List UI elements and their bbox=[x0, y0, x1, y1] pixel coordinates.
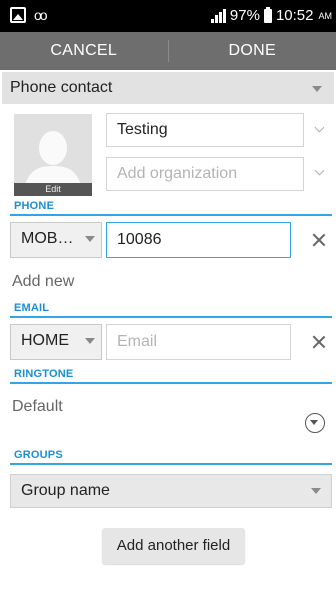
battery-percent: 97% bbox=[229, 7, 260, 24]
ringtone-section-header: RINGTONE bbox=[14, 368, 74, 380]
group-select-label: Group name bbox=[21, 482, 110, 499]
groups-section-header: GROUPS bbox=[14, 449, 63, 461]
status-bar: oo 97% 10:52 AM bbox=[0, 0, 336, 32]
dropdown-caret-icon bbox=[85, 338, 95, 344]
cancel-button[interactable]: CANCEL bbox=[0, 42, 168, 60]
image-icon bbox=[10, 7, 26, 23]
expand-organization-chevron-icon[interactable] bbox=[314, 165, 325, 176]
account-selector[interactable]: Phone contact bbox=[2, 72, 334, 104]
status-right: 97% 10:52 AM bbox=[210, 6, 333, 24]
dropdown-caret-icon bbox=[85, 236, 95, 242]
dropdown-caret-icon bbox=[311, 488, 321, 494]
phone-number-value: 10086 bbox=[117, 231, 162, 248]
phone-section-header: PHONE bbox=[14, 200, 55, 212]
signal-icon bbox=[210, 8, 226, 23]
phone-section-divider bbox=[10, 214, 332, 216]
add-new-phone-link[interactable]: Add new bbox=[12, 273, 74, 291]
clock-ampm: AM bbox=[318, 10, 333, 21]
organization-field[interactable]: Add organization bbox=[106, 157, 304, 191]
clock: 10:52 bbox=[275, 7, 314, 24]
contact-photo[interactable]: Edit bbox=[14, 114, 92, 196]
groups-section-divider bbox=[10, 463, 332, 465]
name-field[interactable]: Testing bbox=[106, 113, 304, 147]
status-left: oo bbox=[10, 7, 48, 23]
ringtone-expand-icon[interactable] bbox=[305, 413, 325, 433]
phone-number-input[interactable]: 10086 bbox=[106, 222, 291, 258]
email-type-label: HOME bbox=[21, 332, 69, 349]
phone-type-select[interactable]: MOB… bbox=[10, 222, 102, 258]
email-section-header: EMAIL bbox=[14, 302, 50, 314]
account-label: Phone contact bbox=[10, 79, 113, 96]
done-button[interactable]: DONE bbox=[169, 42, 336, 60]
ringtone-value[interactable]: Default bbox=[12, 398, 63, 416]
add-another-field-button[interactable]: Add another field bbox=[102, 528, 245, 564]
group-select[interactable]: Group name bbox=[10, 474, 332, 508]
email-input[interactable]: Email bbox=[106, 324, 291, 360]
organization-placeholder: Add organization bbox=[117, 165, 238, 182]
expand-name-chevron-icon[interactable] bbox=[314, 122, 325, 133]
action-bar: CANCEL DONE bbox=[0, 32, 336, 70]
battery-icon bbox=[263, 6, 272, 23]
remove-phone-icon[interactable] bbox=[312, 233, 326, 247]
email-placeholder: Email bbox=[117, 333, 158, 350]
phone-type-label: MOB… bbox=[21, 230, 74, 247]
ringtone-section-divider bbox=[10, 382, 332, 384]
email-section-divider bbox=[10, 316, 332, 318]
name-value: Testing bbox=[117, 121, 168, 138]
dropdown-caret-icon bbox=[312, 86, 322, 92]
voicemail-icon: oo bbox=[34, 7, 48, 23]
remove-email-icon[interactable] bbox=[312, 335, 326, 349]
edit-photo-label: Edit bbox=[14, 183, 92, 196]
email-type-select[interactable]: HOME bbox=[10, 324, 102, 360]
chevron-down-icon bbox=[310, 420, 318, 425]
